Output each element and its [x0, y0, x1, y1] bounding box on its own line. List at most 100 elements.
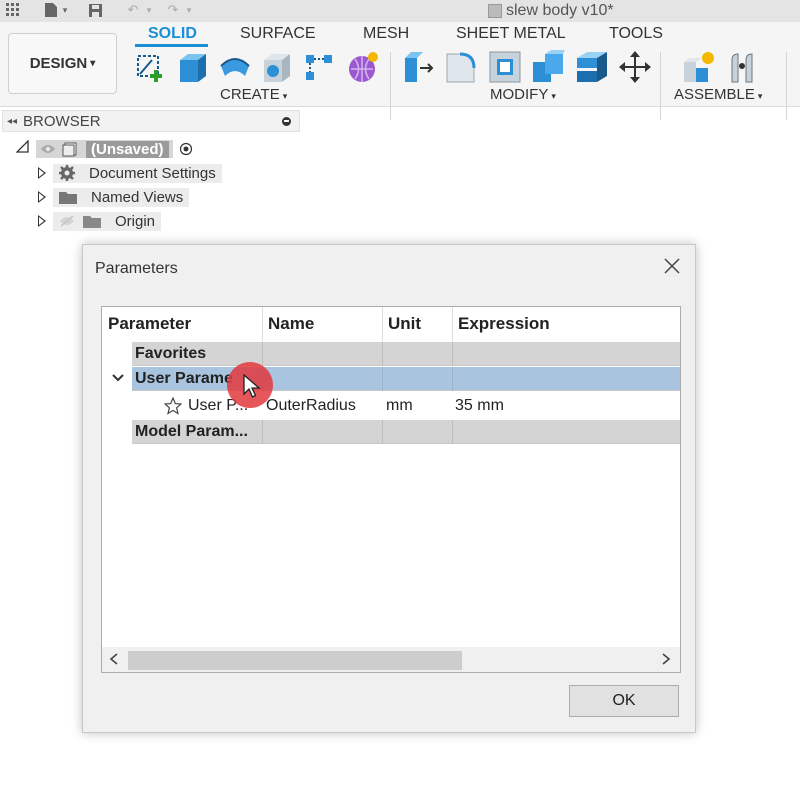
document-cube-icon — [488, 4, 502, 18]
panel-options-icon[interactable] — [282, 116, 291, 126]
assemble-menu-label: ASSEMBLE — [674, 86, 755, 103]
modify-menu-label: MODIFY — [490, 86, 549, 103]
cell-name[interactable]: OuterRadius — [266, 393, 356, 419]
assemble-menu[interactable]: ASSEMBLE ▾ — [674, 86, 762, 103]
column-header-parameter[interactable]: Parameter — [108, 307, 258, 341]
group-row-favorites[interactable]: Favorites — [132, 342, 680, 366]
create-menu-label: CREATE — [220, 86, 280, 103]
group-row-user-parameters[interactable]: User Parame — [132, 367, 680, 391]
browser-title: BROWSER — [23, 112, 101, 130]
browser-item-label: Origin — [115, 212, 156, 230]
table-row[interactable]: User P... OuterRadius mm 35 mm — [132, 393, 680, 419]
cell-divider — [382, 420, 383, 444]
app-grid-icon[interactable] — [4, 1, 22, 19]
group-label: User Parame — [135, 370, 233, 387]
cell-expression[interactable]: 35 mm — [455, 393, 504, 419]
column-divider[interactable] — [452, 307, 453, 341]
chevron-down-icon: ▾ — [90, 58, 96, 69]
redo-icon[interactable]: ↷ — [164, 1, 182, 19]
workspace-switcher-button[interactable]: DESIGN ▾ — [8, 33, 117, 94]
horizontal-scrollbar[interactable] — [102, 647, 680, 672]
scrollbar-thumb[interactable] — [128, 651, 462, 670]
browser-item-label: Document Settings — [89, 164, 216, 182]
column-divider[interactable] — [262, 307, 263, 341]
combine-icon[interactable] — [531, 50, 565, 84]
tab-tools[interactable]: TOOLS — [609, 25, 663, 43]
tab-surface[interactable]: SURFACE — [240, 25, 316, 43]
create-sketch-icon[interactable] — [134, 50, 168, 84]
chevron-down-icon[interactable] — [110, 370, 126, 386]
toolbar-divider — [786, 52, 787, 120]
parameters-dialog: Parameters Parameter Name Unit Expressio… — [82, 244, 696, 733]
shell-icon[interactable] — [488, 50, 522, 84]
document-icon — [62, 142, 77, 157]
undo-icon[interactable]: ↶ — [124, 1, 142, 19]
cell-unit[interactable]: mm — [386, 393, 413, 419]
browser-item-named-views[interactable]: Named Views — [36, 187, 190, 207]
toolbar-divider — [660, 52, 661, 120]
collapse-triangle-icon[interactable] — [15, 139, 30, 158]
cell-divider — [382, 342, 383, 366]
modify-menu[interactable]: MODIFY ▾ — [490, 86, 556, 103]
tab-solid[interactable]: SOLID — [148, 25, 197, 43]
rectangular-pattern-icon[interactable] — [302, 50, 336, 84]
folder-icon — [59, 192, 77, 204]
root-highlight: (Unsaved) — [36, 140, 173, 158]
chevron-down-icon[interactable]: ▾ — [60, 1, 70, 19]
column-header-unit[interactable]: Unit — [388, 307, 448, 341]
scroll-right-icon[interactable] — [660, 652, 672, 671]
browser-root-row[interactable]: (Unsaved) — [15, 139, 193, 159]
toolbar-divider — [390, 52, 391, 120]
cell-divider — [382, 367, 383, 391]
tab-sheet-metal[interactable]: SHEET METAL — [456, 25, 566, 43]
cell-divider — [452, 367, 453, 391]
tab-mesh[interactable]: MESH — [363, 25, 409, 43]
mouse-pointer-icon — [243, 374, 261, 398]
form-icon[interactable] — [346, 50, 380, 84]
title-bar: ▾ ↶ ▾ ↷ ▾ slew body v10* — [0, 0, 800, 22]
root-document-label: (Unsaved) — [86, 140, 169, 158]
activate-radio-icon[interactable] — [179, 142, 193, 156]
fillet-icon[interactable] — [444, 50, 478, 84]
dialog-title: Parameters — [95, 260, 178, 277]
group-label: Favorites — [135, 345, 207, 362]
browser-item-document-settings[interactable]: Document Settings — [36, 163, 222, 183]
revolve-icon[interactable] — [218, 50, 252, 84]
document-title-text: slew body v10* — [506, 2, 614, 19]
eye-hidden-icon[interactable] — [59, 215, 75, 227]
press-pull-icon[interactable] — [402, 50, 436, 84]
chevron-down-icon[interactable]: ▾ — [144, 1, 154, 19]
close-icon[interactable] — [662, 257, 682, 277]
chevron-down-icon: ▾ — [282, 91, 288, 101]
cell-divider — [452, 342, 453, 366]
cell-divider — [452, 420, 453, 444]
browser-item-label: Named Views — [91, 188, 184, 206]
create-menu[interactable]: CREATE ▾ — [220, 86, 287, 103]
cell-divider — [262, 420, 263, 444]
file-menu-icon[interactable] — [42, 1, 60, 19]
chevron-down-icon: ▾ — [551, 91, 556, 101]
browser-item-origin[interactable]: Origin — [36, 211, 162, 231]
collapse-panel-icon[interactable]: ◂◂ — [7, 116, 17, 127]
save-icon[interactable] — [86, 1, 104, 19]
ok-button[interactable]: OK — [569, 685, 679, 717]
group-label: Model Param... — [135, 423, 248, 440]
chevron-down-icon: ▾ — [757, 91, 763, 101]
new-component-icon[interactable] — [682, 50, 716, 84]
hole-icon[interactable] — [260, 50, 294, 84]
eye-icon[interactable] — [40, 143, 56, 155]
workspace-label: DESIGN — [29, 55, 88, 72]
browser-header: ◂◂ BROWSER — [2, 110, 300, 132]
column-divider[interactable] — [382, 307, 383, 341]
group-row-model-parameters[interactable]: Model Param... — [132, 420, 680, 444]
column-header-expression[interactable]: Expression — [458, 307, 658, 341]
chevron-down-icon[interactable]: ▾ — [184, 1, 194, 19]
column-header-name[interactable]: Name — [268, 307, 378, 341]
scroll-left-icon[interactable] — [108, 652, 120, 671]
extrude-icon[interactable] — [176, 50, 210, 84]
split-body-icon[interactable] — [575, 50, 609, 84]
joint-icon[interactable] — [726, 50, 760, 84]
move-icon[interactable] — [618, 50, 652, 84]
gear-icon — [59, 165, 75, 181]
folder-icon — [83, 216, 101, 228]
